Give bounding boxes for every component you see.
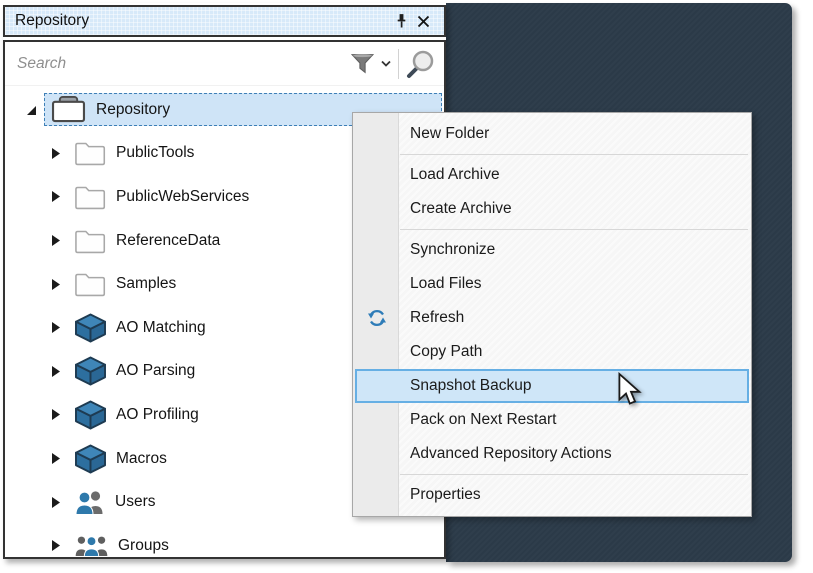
panel-title: Repository: [15, 12, 390, 30]
menu-item-label: Pack on Next Restart: [400, 411, 556, 429]
search-bar: [5, 42, 444, 86]
expander-collapsed-icon[interactable]: [48, 538, 63, 553]
close-icon[interactable]: [412, 10, 434, 32]
folder-icon: [74, 184, 107, 210]
menu-item-snapshot-backup[interactable]: Snapshot Backup: [355, 369, 749, 403]
tree-item-label: ReferenceData: [116, 232, 220, 250]
tree-item-label: AO Profiling: [116, 406, 199, 424]
menu-item-label: Properties: [400, 486, 481, 504]
groups-icon: [74, 534, 109, 557]
pin-icon[interactable]: [390, 10, 412, 32]
filter-icon[interactable]: [351, 53, 374, 74]
expander-collapsed-icon[interactable]: [48, 495, 63, 510]
cube-icon: [74, 356, 107, 386]
tree-item-label: Repository: [96, 101, 170, 119]
menu-item-label: Synchronize: [400, 241, 495, 259]
tree-item-ao-matching[interactable]: AO Matching: [68, 310, 213, 346]
folder-icon: [74, 271, 107, 297]
tree-item-publictools[interactable]: PublicTools: [68, 137, 201, 169]
tree-item-publicwebservices[interactable]: PublicWebServices: [68, 181, 256, 213]
menu-item-label: Load Archive: [400, 166, 500, 184]
menu-item-advanced-repository-actions[interactable]: Advanced Repository Actions: [353, 437, 751, 471]
menu-item-label: Copy Path: [400, 343, 482, 361]
menu-item-pack-on-next-restart[interactable]: Pack on Next Restart: [353, 403, 751, 437]
context-menu: New Folder Load Archive Create Archive Sync…: [352, 112, 752, 517]
expander-collapsed-icon[interactable]: [48, 320, 63, 335]
cube-icon: [74, 444, 107, 474]
menu-separator: [353, 471, 751, 478]
tree-item-referencedata[interactable]: ReferenceData: [68, 225, 227, 257]
menu-item-label: Advanced Repository Actions: [400, 445, 612, 463]
search-icon[interactable]: [406, 49, 436, 79]
tree-item-label: Users: [115, 493, 155, 511]
tree-item-macros[interactable]: Macros: [68, 441, 174, 477]
expander-collapsed-icon[interactable]: [48, 146, 63, 161]
menu-item-label: Refresh: [400, 309, 464, 327]
tree-item-ao-parsing[interactable]: AO Parsing: [68, 353, 202, 389]
expander-collapsed-icon[interactable]: [48, 451, 63, 466]
tree-item-label: PublicTools: [116, 144, 194, 162]
chevron-down-icon[interactable]: [381, 60, 391, 68]
cube-icon: [74, 400, 107, 430]
menu-separator: [353, 151, 751, 158]
menu-item-label: Load Files: [400, 275, 482, 293]
expander-collapsed-icon[interactable]: [48, 189, 63, 204]
tree-row: Groups: [5, 524, 444, 557]
repository-icon: [50, 95, 87, 124]
folder-icon: [74, 228, 107, 254]
tree-item-label: AO Parsing: [116, 362, 195, 380]
expander-collapsed-icon[interactable]: [48, 277, 63, 292]
tree-item-ao-profiling[interactable]: AO Profiling: [68, 397, 206, 433]
menu-item-label: Create Archive: [400, 200, 512, 218]
tree-item-label: Macros: [116, 450, 167, 468]
screenshot-canvas: Repository: [0, 0, 813, 573]
menu-item-properties[interactable]: Properties: [353, 478, 751, 512]
menu-item-copy-path[interactable]: Copy Path: [353, 335, 751, 369]
users-icon: [74, 489, 106, 515]
menu-item-load-files[interactable]: Load Files: [353, 267, 751, 301]
refresh-icon: [353, 308, 400, 328]
menu-item-label: New Folder: [400, 125, 489, 143]
expander-collapsed-icon[interactable]: [48, 407, 63, 422]
toolbar-separator: [398, 49, 399, 79]
expander-collapsed-icon[interactable]: [48, 233, 63, 248]
menu-item-new-folder[interactable]: New Folder: [353, 117, 751, 151]
expander-expanded-icon[interactable]: [24, 103, 39, 117]
tree-item-label: Groups: [118, 537, 169, 555]
menu-item-synchronize[interactable]: Synchronize: [353, 233, 751, 267]
tree-item-users[interactable]: Users: [68, 486, 162, 518]
mouse-cursor: [617, 372, 643, 406]
tree-item-label: AO Matching: [116, 319, 206, 337]
tree-item-samples[interactable]: Samples: [68, 268, 183, 300]
menu-item-refresh[interactable]: Refresh: [353, 301, 751, 335]
menu-separator: [353, 226, 751, 233]
tree-item-label: Samples: [116, 275, 176, 293]
cube-icon: [74, 313, 107, 343]
menu-item-label: Snapshot Backup: [402, 377, 532, 395]
tree-item-label: PublicWebServices: [116, 188, 249, 206]
expander-collapsed-icon[interactable]: [48, 364, 63, 379]
folder-icon: [74, 140, 107, 166]
menu-item-load-archive[interactable]: Load Archive: [353, 158, 751, 192]
menu-item-create-archive[interactable]: Create Archive: [353, 192, 751, 226]
search-input[interactable]: [17, 55, 351, 73]
panel-titlebar[interactable]: Repository: [3, 5, 446, 37]
tree-item-groups[interactable]: Groups: [68, 531, 176, 557]
